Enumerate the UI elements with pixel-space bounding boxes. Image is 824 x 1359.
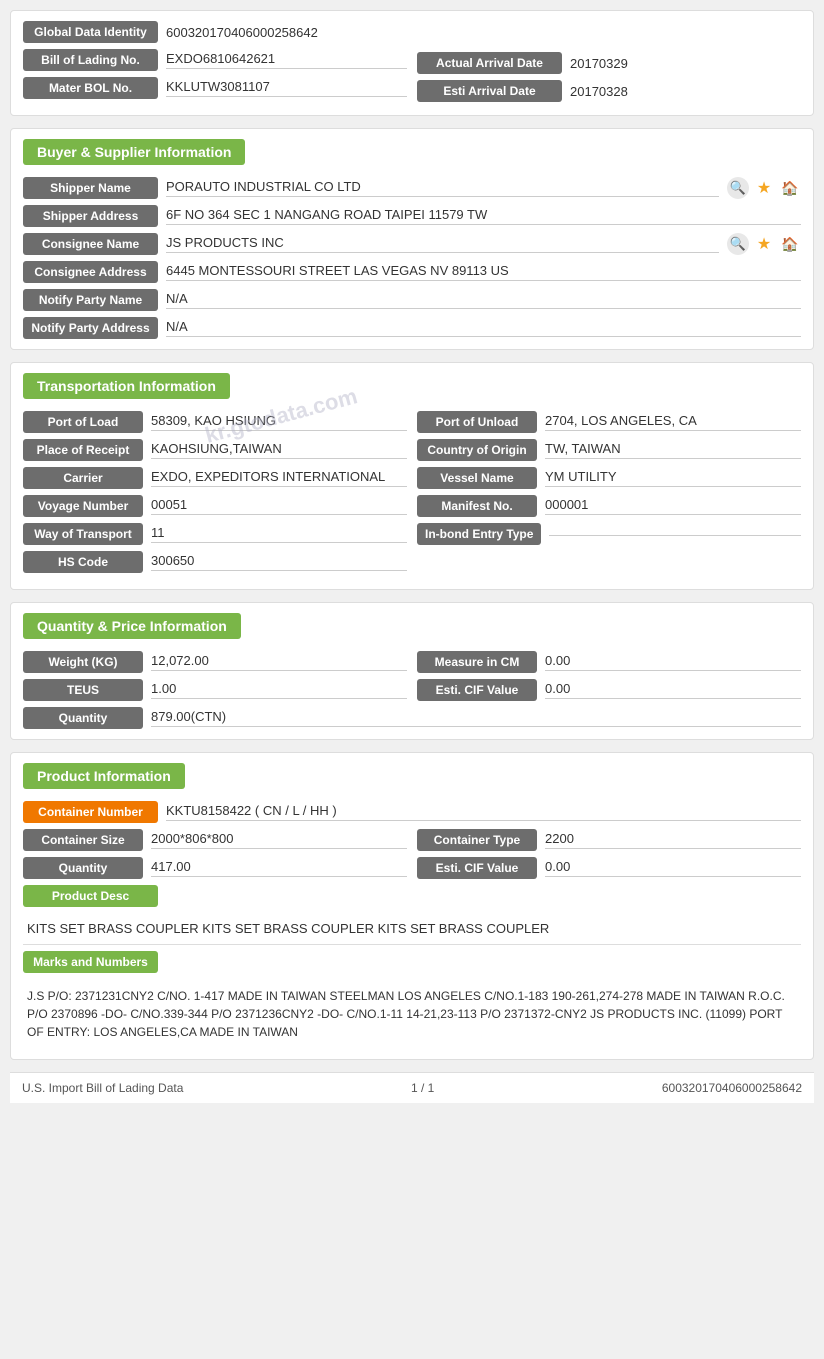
port-unload-value: 2704, LOS ANGELES, CA <box>545 413 801 431</box>
place-receipt-value: KAOHSIUNG,TAIWAN <box>151 441 407 459</box>
footer-right: 600320170406000258642 <box>662 1081 802 1095</box>
consignee-star-icon[interactable]: ★ <box>753 233 775 255</box>
footer-center: 1 / 1 <box>411 1081 434 1095</box>
quantity-price-header: Quantity & Price Information <box>23 613 241 639</box>
place-receipt-label: Place of Receipt <box>23 439 143 461</box>
country-origin-label: Country of Origin <box>417 439 537 461</box>
quantity-qp-label: Quantity <box>23 707 143 729</box>
teus-value: 1.00 <box>151 681 407 699</box>
port-unload-label: Port of Unload <box>417 411 537 433</box>
consignee-address-value: 6445 MONTESSOURI STREET LAS VEGAS NV 891… <box>166 263 801 281</box>
hs-code-value: 300650 <box>151 553 407 571</box>
shipper-house-icon[interactable]: 🏠 <box>779 177 801 199</box>
esti-cif-pi-label: Esti. CIF Value <box>417 857 537 879</box>
port-load-value: 58309, KAO HSIUNG <box>151 413 407 431</box>
manifest-no-value: 000001 <box>545 497 801 515</box>
port-load-label: Port of Load <box>23 411 143 433</box>
carrier-value: EXDO, EXPEDITORS INTERNATIONAL <box>151 469 407 487</box>
product-desc-label: Product Desc <box>23 885 158 907</box>
actual-arrival-date-label: Actual Arrival Date <box>417 52 562 74</box>
teus-label: TEUS <box>23 679 143 701</box>
way-of-transport-label: Way of Transport <box>23 523 143 545</box>
shipper-search-icon[interactable]: 🔍 <box>727 177 749 199</box>
actual-arrival-date-value: 20170329 <box>570 56 801 71</box>
container-size-label: Container Size <box>23 829 143 851</box>
marks-numbers-label: Marks and Numbers <box>23 951 158 973</box>
country-origin-value: TW, TAIWAN <box>545 441 801 459</box>
quantity-pi-label: Quantity <box>23 857 143 879</box>
notify-party-address-label: Notify Party Address <box>23 317 158 339</box>
esti-arrival-date-label: Esti Arrival Date <box>417 80 562 102</box>
shipper-name-value: PORAUTO INDUSTRIAL CO LTD <box>166 179 719 197</box>
container-size-value: 2000*806*800 <box>151 831 407 849</box>
global-data-identity-value: 600320170406000258642 <box>166 25 801 40</box>
inbond-entry-label: In-bond Entry Type <box>417 523 541 545</box>
container-type-label: Container Type <box>417 829 537 851</box>
notify-party-name-value: N/A <box>166 291 801 309</box>
measure-value: 0.00 <box>545 653 801 671</box>
vessel-name-value: YM UTILITY <box>545 469 801 487</box>
consignee-address-label: Consignee Address <box>23 261 158 283</box>
voyage-number-value: 00051 <box>151 497 407 515</box>
voyage-number-label: Voyage Number <box>23 495 143 517</box>
mater-bol-label: Mater BOL No. <box>23 77 158 99</box>
manifest-no-label: Manifest No. <box>417 495 537 517</box>
vessel-name-label: Vessel Name <box>417 467 537 489</box>
mater-bol-value: KKLUTW3081107 <box>166 79 407 97</box>
bill-of-lading-label: Bill of Lading No. <box>23 49 158 71</box>
inbond-entry-value <box>549 533 801 536</box>
container-number-value: KKTU8158422 ( CN / L / HH ) <box>166 803 801 821</box>
shipper-address-label: Shipper Address <box>23 205 158 227</box>
shipper-address-value: 6F NO 364 SEC 1 NANGANG ROAD TAIPEI 1157… <box>166 207 801 225</box>
product-desc-text: KITS SET BRASS COUPLER KITS SET BRASS CO… <box>23 913 801 945</box>
buyer-supplier-header: Buyer & Supplier Information <box>23 139 245 165</box>
consignee-search-icon[interactable]: 🔍 <box>727 233 749 255</box>
esti-cif-qp-label: Esti. CIF Value <box>417 679 537 701</box>
quantity-pi-value: 417.00 <box>151 859 407 877</box>
way-of-transport-value: 11 <box>151 525 407 543</box>
product-info-header: Product Information <box>23 763 185 789</box>
esti-cif-pi-value: 0.00 <box>545 859 801 877</box>
consignee-house-icon[interactable]: 🏠 <box>779 233 801 255</box>
notify-party-address-value: N/A <box>166 319 801 337</box>
footer-left: U.S. Import Bill of Lading Data <box>22 1081 183 1095</box>
shipper-star-icon[interactable]: ★ <box>753 177 775 199</box>
consignee-name-value: JS PRODUCTS INC <box>166 235 719 253</box>
bill-of-lading-value: EXDO6810642621 <box>166 51 407 69</box>
esti-arrival-date-value: 20170328 <box>570 84 801 99</box>
weight-label: Weight (KG) <box>23 651 143 673</box>
shipper-name-label: Shipper Name <box>23 177 158 199</box>
weight-value: 12,072.00 <box>151 653 407 671</box>
esti-cif-qp-value: 0.00 <box>545 681 801 699</box>
notify-party-name-label: Notify Party Name <box>23 289 158 311</box>
transportation-header: Transportation Information <box>23 373 230 399</box>
carrier-label: Carrier <box>23 467 143 489</box>
quantity-qp-value: 879.00(CTN) <box>151 709 801 727</box>
measure-label: Measure in CM <box>417 651 537 673</box>
hs-code-label: HS Code <box>23 551 143 573</box>
container-number-label: Container Number <box>23 801 158 823</box>
marks-numbers-text: J.S P/O: 2371231CNY2 C/NO. 1-417 MADE IN… <box>23 979 801 1049</box>
global-data-identity-label: Global Data Identity <box>23 21 158 43</box>
consignee-name-label: Consignee Name <box>23 233 158 255</box>
container-type-value: 2200 <box>545 831 801 849</box>
